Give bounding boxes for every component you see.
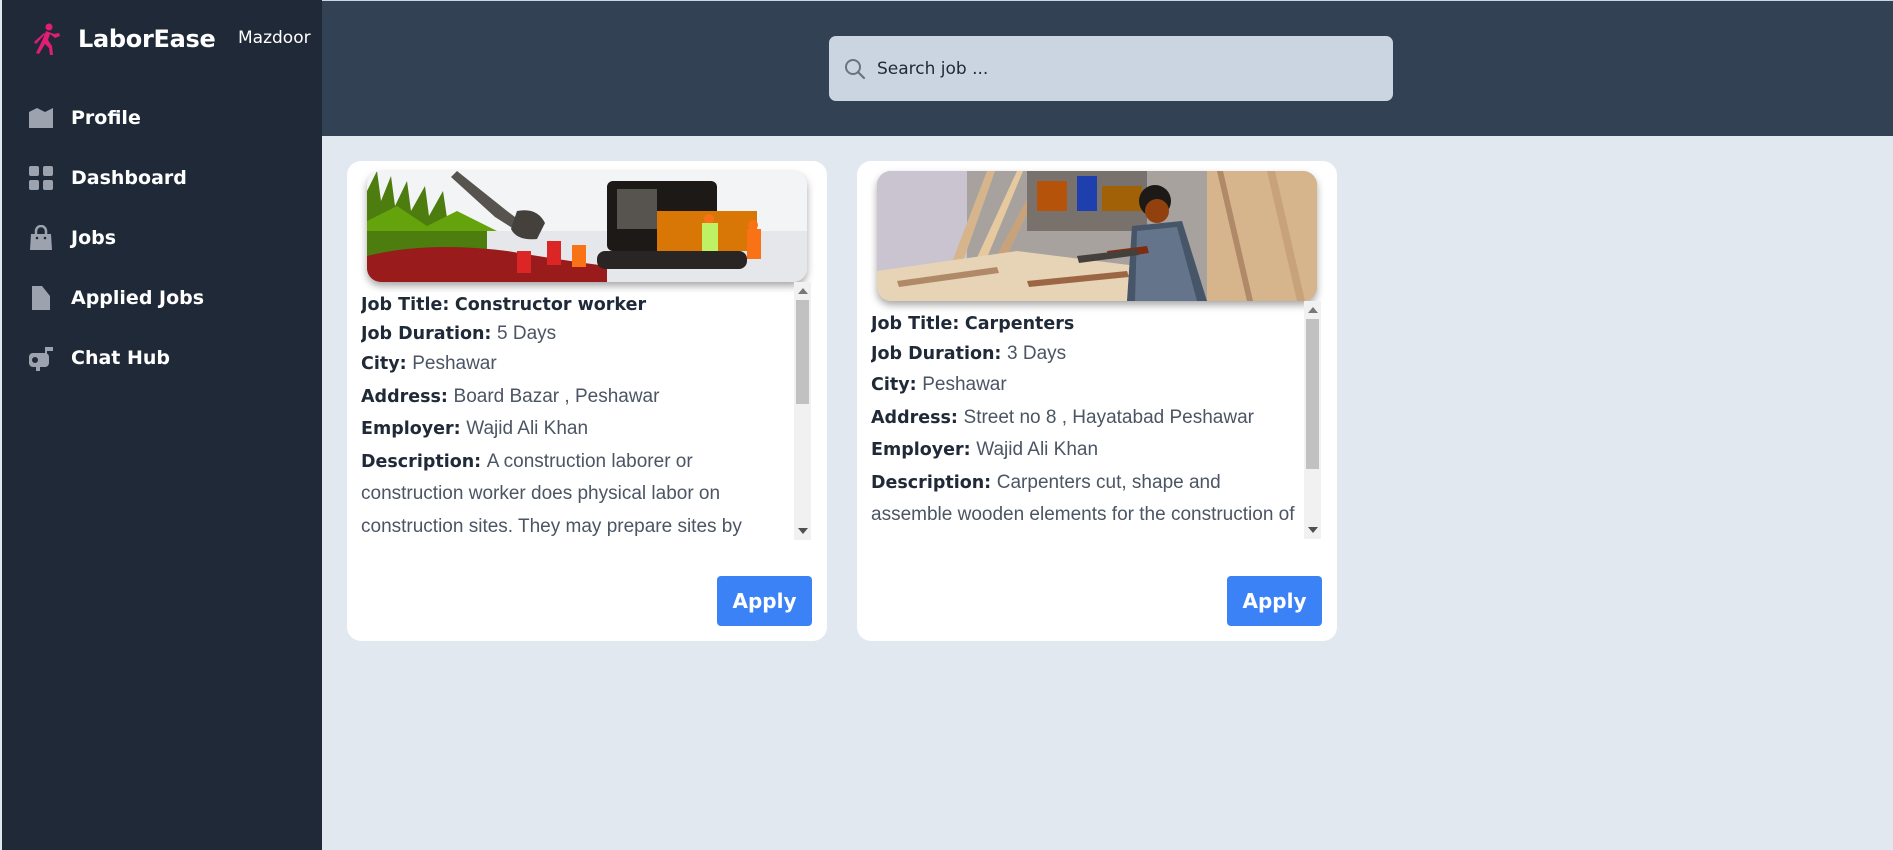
scrollbar-thumb[interactable] [1306, 319, 1319, 469]
job-address-label: Address: [361, 386, 448, 407]
dashboard-icon [27, 164, 55, 192]
job-details-scroll[interactable]: Job Title: Constructor worker Job Durati… [361, 282, 811, 540]
laborease-logo-icon [30, 22, 64, 56]
job-address-row: Address: Street no 8 , Hayatabad Peshawa… [871, 402, 1299, 435]
sidebar-nav: Profile Dashboard Jobs Applied Jobs Chat… [2, 88, 322, 388]
jobs-bag-icon [27, 224, 55, 252]
job-employer-row: Employer: Wajid Ali Khan [871, 434, 1299, 467]
scrollbar[interactable] [1304, 301, 1321, 539]
sidebar-item-profile[interactable]: Profile [2, 88, 322, 148]
job-title: Constructor worker [454, 295, 647, 315]
job-duration-label: Job Duration: [361, 324, 492, 344]
job-employer: Wajid Ali Khan [466, 418, 589, 439]
job-duration-row: Job Duration: 5 Days [361, 320, 789, 348]
search-input[interactable] [877, 48, 1377, 89]
top-header [322, 0, 1893, 136]
carpenter-workshop-photo [877, 171, 1317, 301]
job-employer-row: Employer: Wajid Ali Khan [361, 413, 789, 446]
sidebar-item-dashboard[interactable]: Dashboard [2, 148, 322, 208]
brand-name: LaborEase [78, 25, 216, 53]
job-address-label: Address: [871, 407, 958, 428]
sidebar-item-label: Chat Hub [71, 347, 171, 369]
profile-icon [27, 104, 55, 132]
job-city: Peshawar [922, 374, 1007, 395]
job-description-row: Description: A construction laborer or c… [361, 446, 789, 541]
brand[interactable]: LaborEase [30, 22, 216, 56]
job-card: Job Title: Carpenters Job Duration: 3 Da… [857, 161, 1337, 641]
scroll-up-arrow-icon[interactable] [798, 288, 808, 294]
sidebar-item-label: Jobs [71, 227, 117, 249]
sidebar-item-label: Dashboard [71, 167, 187, 189]
scroll-down-arrow-icon[interactable] [798, 528, 808, 534]
scroll-down-arrow-icon[interactable] [1308, 527, 1318, 533]
job-address: Street no 8 , Hayatabad Peshawar [963, 406, 1254, 428]
job-title: Carpenters [964, 314, 1075, 334]
job-description-label: Description: [361, 451, 482, 472]
job-title-label: Job Title: [361, 295, 450, 315]
search-icon [843, 57, 867, 81]
job-employer-label: Employer: [361, 419, 461, 439]
job-description-row: Description: Carpenters cut, shape and a… [871, 467, 1299, 540]
sidebar-item-applied-jobs[interactable]: Applied Jobs [2, 268, 322, 328]
apply-button[interactable]: Apply [1227, 576, 1322, 626]
job-city-row: City: Peshawar [361, 348, 789, 381]
job-address: Board Bazar , Peshawar [453, 385, 660, 407]
scrollbar[interactable] [794, 282, 811, 540]
job-duration-row: Job Duration: 3 Days [871, 339, 1299, 369]
job-address-row: Address: Board Bazar , Peshawar [361, 381, 789, 414]
job-employer-label: Employer: [871, 440, 971, 460]
job-city: Peshawar [412, 353, 497, 374]
job-title-row: Job Title: Constructor worker [361, 290, 789, 320]
sidebar-item-chat-hub[interactable]: Chat Hub [2, 328, 322, 388]
job-card: Job Title: Constructor worker Job Durati… [347, 161, 827, 641]
sidebar-item-label: Applied Jobs [71, 287, 205, 309]
job-details: Job Title: Carpenters Job Duration: 3 Da… [871, 301, 1321, 539]
apply-button[interactable]: Apply [717, 576, 812, 626]
job-details: Job Title: Constructor worker Job Durati… [361, 282, 811, 540]
sidebar-item-label: Profile [71, 107, 141, 129]
job-city-row: City: Peshawar [871, 369, 1299, 402]
job-details-scroll[interactable]: Job Title: Carpenters Job Duration: 3 Da… [871, 301, 1321, 539]
user-role: Mazdoor [238, 28, 311, 48]
applied-jobs-icon [27, 284, 55, 312]
job-title-label: Job Title: [871, 314, 960, 334]
job-city-label: City: [871, 375, 917, 395]
construction-site-photo [367, 171, 807, 282]
job-duration: 3 Days [1007, 343, 1067, 364]
job-duration: 5 Days [497, 323, 557, 344]
scroll-up-arrow-icon[interactable] [1308, 307, 1318, 313]
job-city-label: City: [361, 354, 407, 374]
scrollbar-thumb[interactable] [796, 300, 809, 404]
job-description-label: Description: [871, 472, 992, 493]
job-duration-label: Job Duration: [871, 344, 1002, 364]
job-employer: Wajid Ali Khan [976, 439, 1099, 460]
sidebar-item-jobs[interactable]: Jobs [2, 208, 322, 268]
sidebar: LaborEase Mazdoor Profile Dashboard Jobs… [2, 0, 322, 850]
chat-hub-icon [27, 344, 55, 372]
job-title-row: Job Title: Carpenters [871, 309, 1299, 339]
search-bar[interactable] [829, 36, 1393, 101]
